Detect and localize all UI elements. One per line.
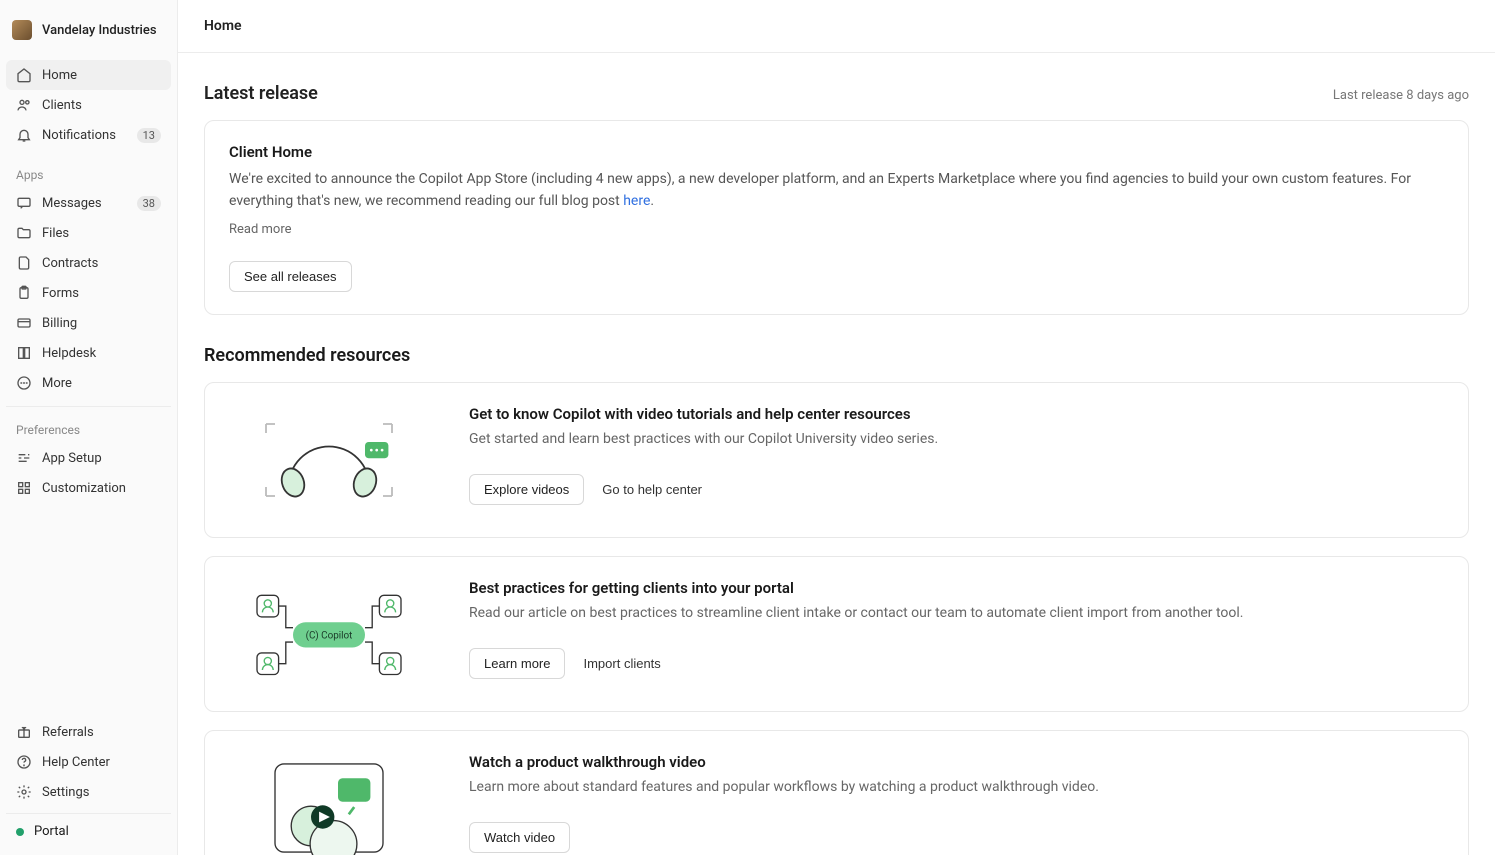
illustration-video xyxy=(229,753,429,855)
resources-heading: Recommended resources xyxy=(204,345,1469,366)
content: Latest release Last release 8 days ago C… xyxy=(178,53,1495,855)
nav-label: Files xyxy=(42,226,69,241)
release-item-body: We're excited to announce the Copilot Ap… xyxy=(229,169,1444,212)
main: Home Latest release Last release 8 days … xyxy=(178,0,1495,855)
release-body-link[interactable]: here xyxy=(623,193,650,209)
messages-badge: 38 xyxy=(137,196,161,211)
sliders-icon xyxy=(16,450,32,466)
users-icon xyxy=(16,97,32,113)
resource-title: Watch a product walkthrough video xyxy=(469,753,1444,771)
nav-label: Helpdesk xyxy=(42,346,96,361)
nav-label: Referrals xyxy=(42,725,94,740)
release-body-text: We're excited to announce the Copilot Ap… xyxy=(229,171,1411,209)
nav-item-help-center[interactable]: Help Center xyxy=(6,747,171,777)
nav-label: Notifications xyxy=(42,128,116,143)
illustration-headphones xyxy=(229,405,429,515)
help-center-button[interactable]: Go to help center xyxy=(596,474,708,505)
card-icon xyxy=(16,315,32,331)
folder-icon xyxy=(16,225,32,241)
resource-title: Get to know Copilot with video tutorials… xyxy=(469,405,1444,423)
explore-videos-button[interactable]: Explore videos xyxy=(469,474,584,505)
resource-desc: Read our article on best practices to st… xyxy=(469,603,1249,624)
watch-video-button[interactable]: Watch video xyxy=(469,822,570,853)
org-avatar xyxy=(12,20,32,40)
release-body-post: . xyxy=(650,193,654,209)
nav-item-forms[interactable]: Forms xyxy=(6,278,171,308)
book-icon xyxy=(16,345,32,361)
see-all-releases-button[interactable]: See all releases xyxy=(229,261,352,292)
more-icon xyxy=(16,375,32,391)
nav-label: More xyxy=(42,376,72,391)
clipboard-icon xyxy=(16,285,32,301)
document-icon xyxy=(16,255,32,271)
status-dot-icon xyxy=(16,828,24,836)
page-title: Home xyxy=(204,18,242,34)
org-name: Vandelay Industries xyxy=(42,23,157,38)
resource-card-tutorials: Get to know Copilot with video tutorials… xyxy=(204,382,1469,538)
latest-release-header: Latest release Last release 8 days ago xyxy=(204,83,1469,104)
nav-item-messages[interactable]: Messages 38 xyxy=(6,188,171,218)
nav-label: Settings xyxy=(42,785,89,800)
org-switcher[interactable]: Vandelay Industries xyxy=(0,0,177,60)
nav-label: Clients xyxy=(42,98,82,113)
resource-card-walkthrough: Watch a product walkthrough video Learn … xyxy=(204,730,1469,855)
nav-apps: Apps Messages 38 Files xyxy=(0,160,177,398)
portal-label: Portal xyxy=(34,824,69,839)
nav-label: App Setup xyxy=(42,451,102,466)
nav-item-home[interactable]: Home xyxy=(6,60,171,90)
divider xyxy=(6,406,171,407)
import-clients-button[interactable]: Import clients xyxy=(577,648,666,679)
illustration-client-network: (C) Copilot xyxy=(229,579,429,689)
nav-item-notifications[interactable]: Notifications 13 xyxy=(6,120,171,150)
resource-card-client-intake: (C) Copilot Best practices for getting c… xyxy=(204,556,1469,712)
nav-label: Home xyxy=(42,68,77,83)
message-icon xyxy=(16,195,32,211)
gear-icon xyxy=(16,784,32,800)
release-card: Client Home We're excited to announce th… xyxy=(204,120,1469,315)
notifications-badge: 13 xyxy=(137,128,161,143)
nav-item-customization[interactable]: Customization xyxy=(6,473,171,503)
latest-release-title: Latest release xyxy=(204,83,318,104)
nav-item-clients[interactable]: Clients xyxy=(6,90,171,120)
bell-icon xyxy=(16,127,32,143)
nav-label: Contracts xyxy=(42,256,98,271)
portal-link[interactable]: Portal xyxy=(6,813,171,849)
nav-label: Forms xyxy=(42,286,79,301)
apps-header: Apps xyxy=(6,160,171,188)
nav-item-settings[interactable]: Settings xyxy=(6,777,171,807)
help-icon xyxy=(16,754,32,770)
gift-icon xyxy=(16,724,32,740)
nav-label: Help Center xyxy=(42,755,110,770)
nav-item-more[interactable]: More xyxy=(6,368,171,398)
nav-item-app-setup[interactable]: App Setup xyxy=(6,443,171,473)
sidebar: Vandelay Industries Home Clients xyxy=(0,0,178,855)
resource-desc: Get started and learn best practices wit… xyxy=(469,429,1249,450)
svg-text:(C) Copilot: (C) Copilot xyxy=(306,631,353,642)
nav-label: Messages xyxy=(42,196,102,211)
home-icon xyxy=(16,67,32,83)
nav-item-files[interactable]: Files xyxy=(6,218,171,248)
nav-footer: Referrals Help Center Settings Portal xyxy=(0,717,177,855)
nav-label: Customization xyxy=(42,481,126,496)
resource-title: Best practices for getting clients into … xyxy=(469,579,1444,597)
nav-main: Home Clients Notifications 13 xyxy=(0,60,177,150)
nav-item-billing[interactable]: Billing xyxy=(6,308,171,338)
topbar: Home xyxy=(178,0,1495,53)
nav-item-helpdesk[interactable]: Helpdesk xyxy=(6,338,171,368)
nav-item-referrals[interactable]: Referrals xyxy=(6,717,171,747)
learn-more-button[interactable]: Learn more xyxy=(469,648,565,679)
grid-icon xyxy=(16,480,32,496)
nav-item-contracts[interactable]: Contracts xyxy=(6,248,171,278)
read-more-link[interactable]: Read more xyxy=(229,222,1444,237)
release-item-title: Client Home xyxy=(229,143,1444,161)
nav-prefs: Preferences App Setup Customization xyxy=(0,415,177,503)
nav-label: Billing xyxy=(42,316,77,331)
resource-desc: Learn more about standard features and p… xyxy=(469,777,1249,798)
latest-release-meta: Last release 8 days ago xyxy=(1333,88,1469,103)
prefs-header: Preferences xyxy=(6,415,171,443)
